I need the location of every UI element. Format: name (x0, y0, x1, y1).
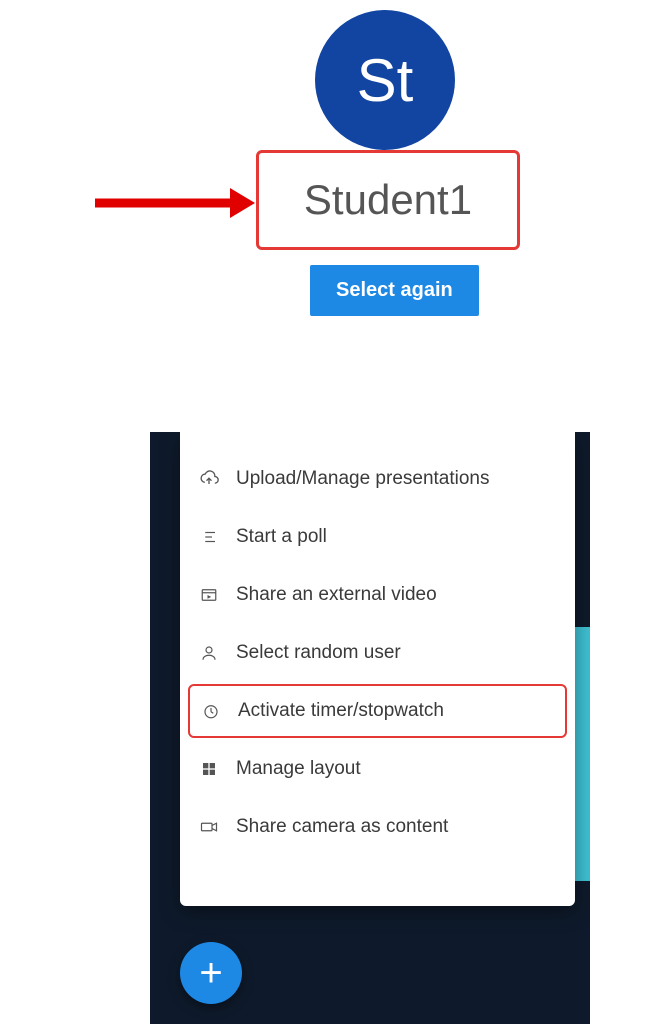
menu-item-label: Share camera as content (236, 816, 448, 838)
avatar-initials: St (357, 46, 414, 115)
menu-item-label: Manage layout (236, 758, 361, 780)
random-user-result: St Student1 Select again (0, 0, 669, 420)
avatar: St (315, 10, 455, 150)
menu-item-label: Select random user (236, 642, 401, 664)
presentation-panel: Upload/Manage presentations Start a poll (150, 432, 590, 1024)
menu-item-timer[interactable]: Activate timer/stopwatch (188, 684, 567, 738)
actions-fab-button[interactable]: + (180, 942, 242, 1004)
menu-item-share-camera[interactable]: Share camera as content (180, 798, 575, 856)
selected-student-name: Student1 (304, 176, 472, 224)
clock-icon (200, 700, 222, 722)
menu-item-layout[interactable]: Manage layout (180, 740, 575, 798)
menu-item-random-user[interactable]: Select random user (180, 624, 575, 682)
upload-icon (198, 468, 220, 490)
selected-student-highlight: Student1 (256, 150, 520, 250)
video-icon (198, 584, 220, 606)
menu-item-label: Start a poll (236, 526, 327, 548)
user-icon (198, 642, 220, 664)
menu-item-poll[interactable]: Start a poll (180, 508, 575, 566)
select-again-button[interactable]: Select again (310, 265, 479, 316)
menu-item-label: Activate timer/stopwatch (238, 700, 444, 722)
menu-item-label: Share an external video (236, 584, 437, 606)
actions-menu: Upload/Manage presentations Start a poll (180, 432, 575, 906)
menu-item-upload[interactable]: Upload/Manage presentations (180, 450, 575, 508)
layout-icon (198, 758, 220, 780)
plus-icon: + (199, 951, 222, 996)
poll-icon (198, 526, 220, 548)
camera-icon (198, 816, 220, 838)
annotation-arrow-icon (85, 186, 255, 220)
menu-item-label: Upload/Manage presentations (236, 468, 490, 490)
menu-item-share-video[interactable]: Share an external video (180, 566, 575, 624)
